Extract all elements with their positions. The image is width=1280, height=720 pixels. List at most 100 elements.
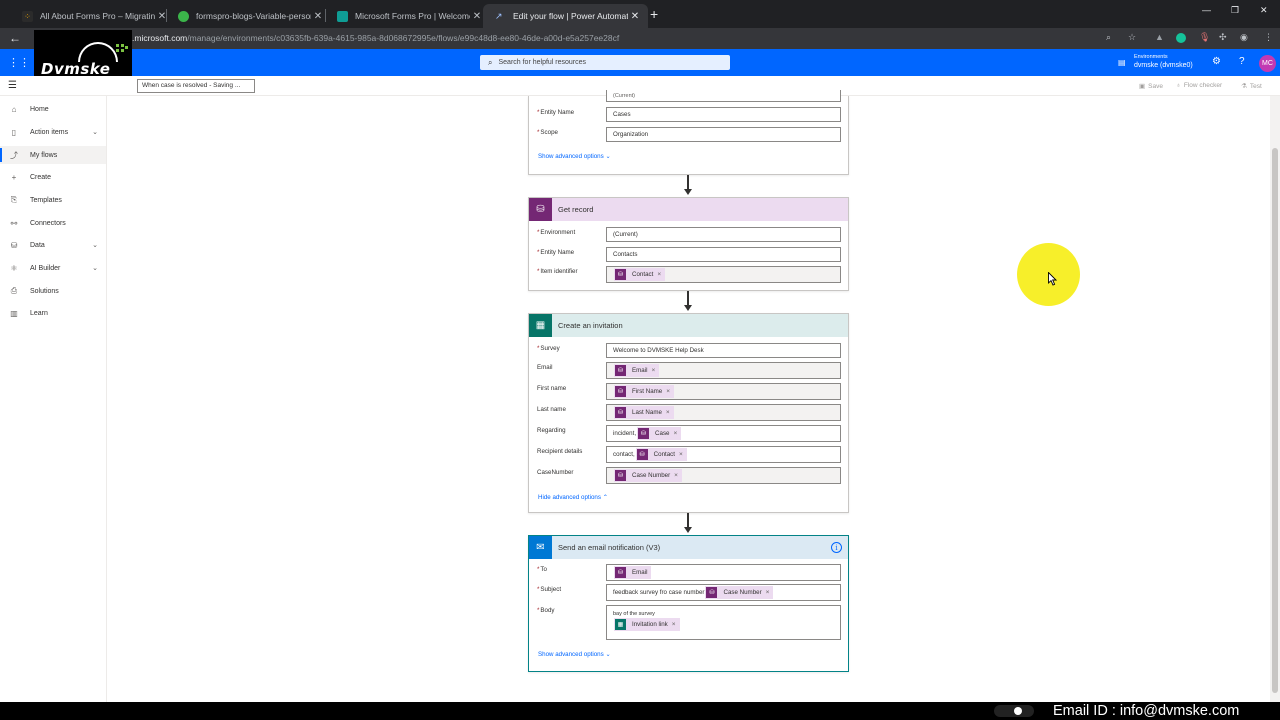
sidebar-item-my-flows[interactable]: ⤴ My flows [0, 146, 106, 164]
environment-field[interactable]: (Current) [606, 90, 841, 102]
remove-token-icon[interactable]: × [651, 367, 655, 374]
close-window-icon[interactable]: ✕ [1260, 5, 1268, 16]
restore-icon[interactable]: ❐ [1231, 5, 1239, 16]
flow-checker-button[interactable]: ♁ Flow checker [1176, 82, 1222, 89]
scrollbar-thumb[interactable] [1272, 148, 1278, 693]
address-bar: ← .microsoft.com/manage/environments/c03… [0, 28, 1280, 49]
recipient-details-field[interactable]: contact, ⛁ Contact × [606, 446, 841, 463]
survey-field[interactable]: Welcome to DVMSKE Help Desk [606, 343, 841, 358]
browser-tab[interactable]: formspro-blogs-Variable-person ✕ [166, 4, 331, 28]
sidebar-item-ai-builder[interactable]: ⚛ AI Builder ⌄ [0, 259, 106, 277]
send-email-card[interactable]: ✉ Send an email notification (V3) i *To … [528, 535, 849, 672]
dynamic-content-token[interactable]: ⛁ Email × [614, 364, 660, 377]
remove-token-icon[interactable]: × [666, 409, 670, 416]
browser-tab-active[interactable]: ↗ Edit your flow | Power Automate ✕ [483, 4, 648, 28]
show-advanced-options-link[interactable]: Show advanced options ⌄ [538, 153, 611, 160]
chevron-down-icon[interactable]: ⌄ [92, 241, 98, 249]
close-tab-icon[interactable]: ✕ [470, 11, 484, 22]
case-number-field[interactable]: ⛁ Case Number × [606, 467, 841, 484]
sidebar-item-home[interactable]: ⌂ Home [0, 100, 106, 118]
record-toggle[interactable] [994, 705, 1034, 717]
remove-token-icon[interactable]: × [674, 472, 678, 479]
grammarly-extension-icon[interactable] [1176, 33, 1186, 43]
item-identifier-field[interactable]: ⛁ Contact × [606, 266, 841, 283]
info-icon[interactable]: i [831, 542, 842, 553]
environment-field[interactable]: (Current) [606, 227, 841, 242]
extension-icon[interactable]: 🎙 [1199, 32, 1210, 43]
first-name-field[interactable]: ⛁ First Name × [606, 383, 841, 400]
entity-name-field[interactable]: Contacts [606, 247, 841, 262]
sidebar-item-data[interactable]: ⛁ Data ⌄ [0, 236, 106, 254]
remove-token-icon[interactable]: × [679, 451, 683, 458]
sidebar-item-action-items[interactable]: ▯ Action items ⌄ [0, 123, 106, 141]
close-tab-icon[interactable]: ✕ [311, 11, 325, 22]
search-box[interactable]: ⌕ Search for helpful resources [480, 55, 730, 70]
flow-name-field[interactable]: When case is resolved - Saving ... [137, 79, 255, 93]
subject-field[interactable]: feedback survey fro case number ⛁ Case Nu… [606, 584, 841, 601]
card-header[interactable]: ⛁ Get record [529, 198, 848, 221]
url-field[interactable]: .microsoft.com/manage/environments/c0363… [132, 33, 619, 43]
zoom-icon[interactable]: ⌕ [1106, 32, 1111, 43]
environment-row: (Current) [529, 90, 850, 102]
sidebar-item-connectors[interactable]: ⚯ Connectors [0, 214, 106, 232]
settings-gear-icon[interactable]: ⚙ [1212, 56, 1221, 67]
card-header[interactable]: ▦ Create an invitation [529, 314, 848, 337]
last-name-field[interactable]: ⛁ Last Name × [606, 404, 841, 421]
dynamic-content-token[interactable]: ⛁ Case Number × [614, 469, 682, 482]
get-record-card[interactable]: ⛁ Get record *Environment (Current) *Ent… [528, 197, 849, 291]
label-text: To [540, 566, 547, 573]
extensions-puzzle-icon[interactable]: ✣ [1219, 32, 1227, 43]
save-button[interactable]: ▣ Save [1139, 82, 1163, 90]
dynamic-content-token[interactable]: ⛁ Case Number × [705, 586, 774, 599]
hide-advanced-options-link[interactable]: Hide advanced options ⌃ [538, 494, 608, 501]
body-field[interactable]: bay of the survey ▦ Invitation link × [606, 605, 841, 640]
sidebar-item-templates[interactable]: ⎘ Templates [0, 191, 106, 209]
sidebar-item-learn[interactable]: ▥ Learn [0, 304, 106, 322]
chevron-down-icon[interactable]: ⌄ [92, 128, 98, 136]
new-tab-icon[interactable]: + [650, 6, 658, 22]
to-field[interactable]: ⛁ Email [606, 564, 841, 581]
hamburger-menu-icon[interactable]: ☰ [8, 80, 17, 91]
dynamic-content-token[interactable]: ⛁ First Name × [614, 385, 675, 398]
remove-token-icon[interactable]: × [666, 388, 670, 395]
entity-name-field[interactable]: Cases [606, 107, 841, 122]
close-tab-icon[interactable]: ✕ [628, 11, 642, 22]
flow-icon: ⤴ [10, 150, 18, 160]
email-field[interactable]: ⛁ Email × [606, 362, 841, 379]
bookmark-star-icon[interactable]: ☆ [1128, 32, 1136, 43]
remove-token-icon[interactable]: × [674, 430, 678, 437]
trigger-card[interactable]: (Current) *Entity Name Cases *Scope Orga… [528, 90, 849, 175]
dynamic-content-token[interactable]: ⛁ Contact × [614, 268, 666, 281]
dynamic-content-token[interactable]: ⛁ Contact × [635, 448, 687, 461]
sidebar-item-solutions[interactable]: ⎙ Solutions [0, 282, 106, 300]
test-button[interactable]: ⚗ Test [1241, 82, 1262, 90]
dataverse-token-icon: ⛁ [615, 407, 626, 418]
browser-tab[interactable]: Microsoft Forms Pro | Welcome ✕ [325, 4, 490, 28]
dynamic-content-token[interactable]: ⛁ Email [614, 566, 652, 579]
field-label: First name [537, 385, 567, 392]
dynamic-content-token[interactable]: ⛁ Last Name × [614, 406, 674, 419]
create-invitation-card[interactable]: ▦ Create an invitation *Survey Welcome t… [528, 313, 849, 513]
show-advanced-options-link[interactable]: Show advanced options ⌄ [538, 651, 611, 658]
extension-drive-icon[interactable]: ▲ [1155, 32, 1164, 42]
minimize-icon[interactable]: — [1202, 5, 1211, 15]
regarding-field[interactable]: incident, ⛁ Case × [606, 425, 841, 442]
dynamic-content-token[interactable]: ⛁ Case × [637, 427, 682, 440]
back-icon[interactable]: ← [9, 31, 21, 45]
sidebar-item-label: Solutions [30, 287, 59, 295]
chevron-down-icon: ⌄ [605, 651, 611, 658]
remove-token-icon[interactable]: × [766, 589, 770, 596]
browser-tab[interactable]: ⁘ All About Forms Pro – Migrating ✕ [10, 4, 175, 28]
browser-menu-icon[interactable]: ⋮ [1264, 32, 1273, 43]
profile-icon[interactable]: ◉ [1240, 32, 1248, 43]
scope-field[interactable]: Organization [606, 127, 841, 142]
card-header[interactable]: ✉ Send an email notification (V3) i [529, 536, 848, 559]
dynamic-content-token[interactable]: ▦ Invitation link × [614, 618, 680, 631]
help-icon[interactable]: ? [1239, 56, 1245, 67]
chevron-down-icon[interactable]: ⌄ [92, 264, 98, 272]
avatar[interactable]: MC [1259, 55, 1276, 72]
grammarly-favicon-icon [178, 10, 189, 22]
remove-token-icon[interactable]: × [657, 271, 661, 278]
remove-token-icon[interactable]: × [672, 621, 676, 628]
sidebar-item-create[interactable]: + Create [0, 168, 106, 186]
